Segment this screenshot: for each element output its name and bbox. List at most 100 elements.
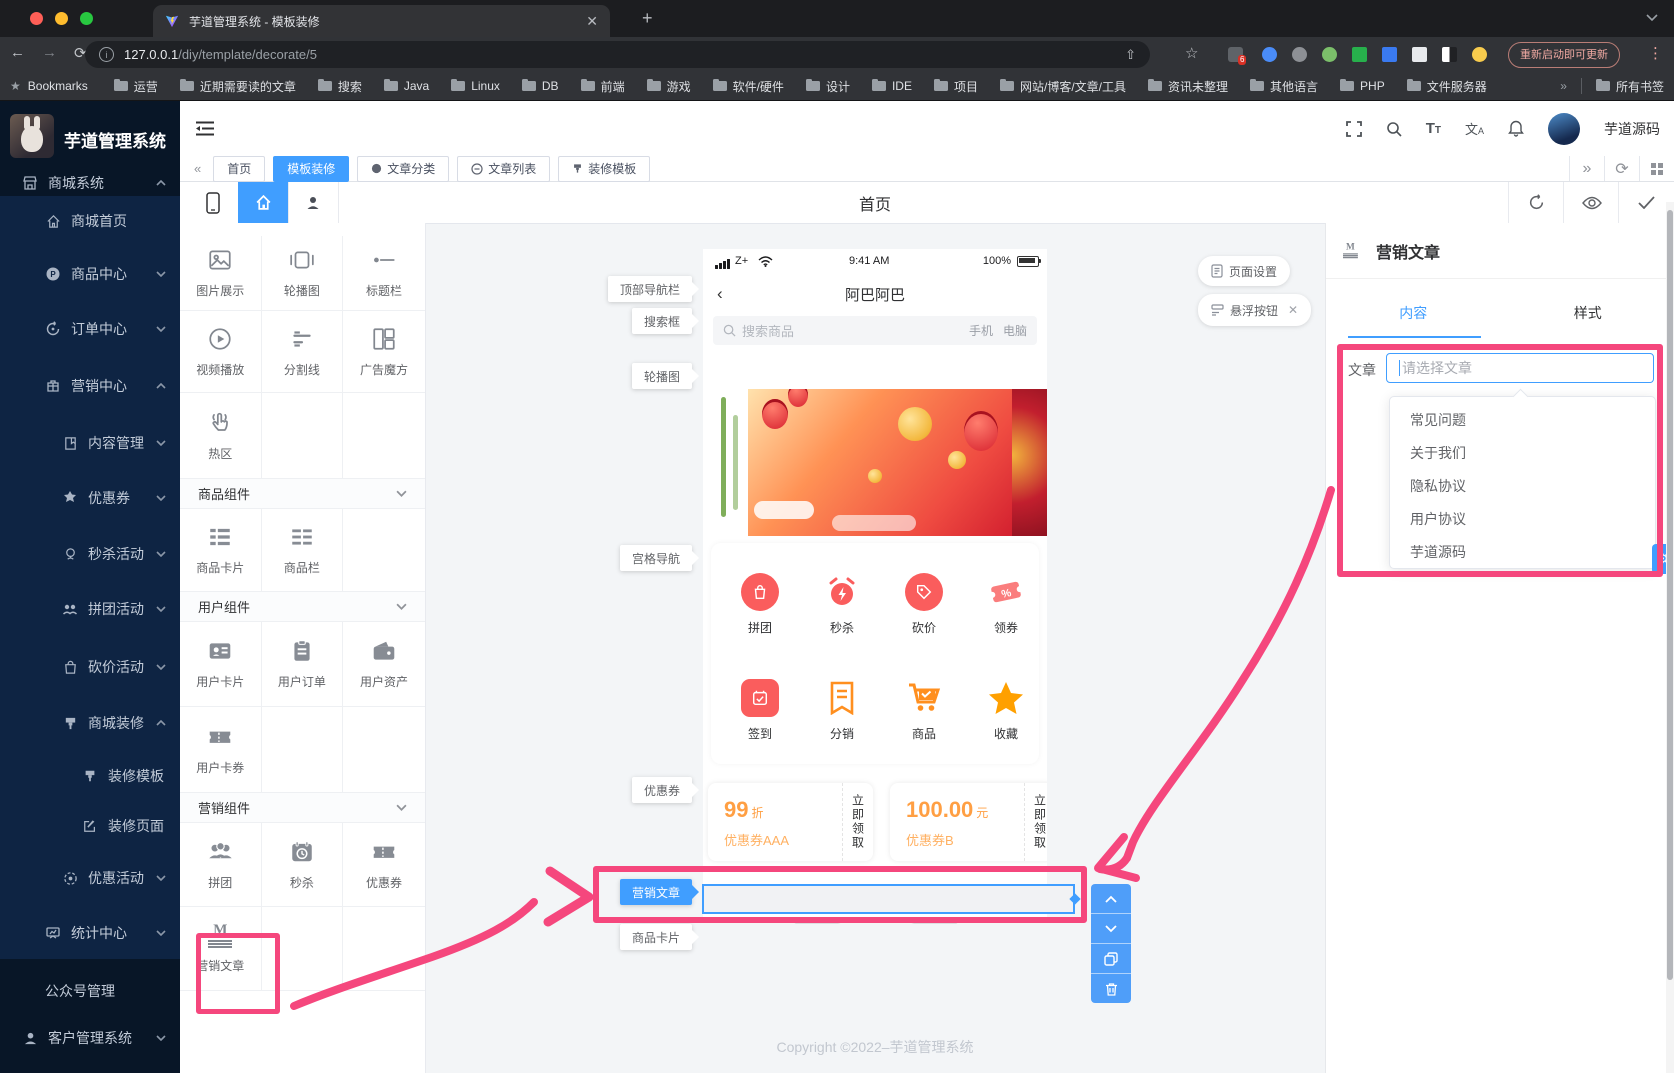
bookmark-folder[interactable]: 设计 (805, 78, 850, 95)
dropdown-option[interactable]: 用户协议 (1390, 503, 1655, 536)
page-tab-decorate-template[interactable]: 装修模板 (558, 155, 651, 182)
bookmark-folder[interactable]: DB (521, 78, 559, 93)
palette-item-carousel[interactable]: 轮播图 (261, 236, 344, 311)
site-info-icon[interactable]: i (99, 47, 114, 62)
bookmark-folder[interactable]: 前端 (580, 78, 625, 95)
username[interactable]: 芋道源码 (1604, 119, 1660, 139)
tabs-expand-icon[interactable]: » (1569, 156, 1604, 181)
panel-tab-style[interactable]: 样式 (1501, 303, 1674, 339)
extension-icon[interactable] (1442, 47, 1457, 62)
preview-button[interactable] (1563, 182, 1619, 223)
bookmark-folder[interactable]: PHP (1340, 78, 1385, 93)
kebab-menu-icon[interactable]: ⋮ (1648, 44, 1663, 62)
panel-tab-content[interactable]: 内容 (1326, 303, 1501, 339)
dropdown-option[interactable]: 隐私协议 (1390, 470, 1655, 503)
palette-item-goods-card[interactable]: 商品卡片 (180, 509, 262, 592)
dropdown-option[interactable]: 芋道源码 (1390, 536, 1655, 569)
sidebar-item-crm[interactable]: 客户管理系统 (0, 1011, 180, 1065)
fullscreen-icon[interactable] (1345, 120, 1362, 137)
bookmark-folder[interactable]: 资讯未整理 (1148, 78, 1228, 95)
close-icon[interactable]: ✕ (1288, 303, 1298, 317)
grid-nav-component[interactable]: 拼团 秒杀 砍价 % 领券 签到 分销 商品 收藏 (711, 543, 1039, 764)
palette-item-coupon[interactable]: 优惠券 (343, 823, 425, 907)
tag-grid-nav[interactable]: 宫格导航 (619, 545, 700, 571)
extension-icon[interactable] (1292, 47, 1307, 62)
palette-section-user[interactable]: 用户组件 (180, 592, 425, 622)
phone-navbar-component[interactable]: ‹ 阿巴阿巴 (703, 275, 1047, 313)
coupon-card[interactable]: 99 折 优惠券AAA 立即领取 (708, 783, 873, 861)
bookmark-folder[interactable]: 游戏 (646, 78, 691, 95)
palette-item-marketing-article[interactable]: M 营销文章 (180, 907, 262, 991)
extension-icon[interactable] (1262, 47, 1277, 62)
bookmarks-manager[interactable]: ★ Bookmarks (10, 79, 88, 93)
sidebar-item-decoration-template[interactable]: 装修模板 (0, 749, 180, 803)
palette-item-groupon[interactable]: 拼团 (180, 823, 262, 907)
bookmark-folder[interactable]: 项目 (933, 78, 978, 95)
dropdown-option[interactable]: 关于我们 (1390, 437, 1655, 470)
sidebar-item-marketing-center[interactable]: 营销中心 (0, 359, 180, 413)
palette-section-goods[interactable]: 商品组件 (180, 479, 425, 509)
bookmark-folder[interactable]: 网站/博客/文章/工具 (999, 78, 1126, 95)
palette-item-image-display[interactable]: 图片展示 (180, 236, 262, 311)
scrollbar-thumb[interactable] (1667, 210, 1673, 980)
move-up-button[interactable] (1091, 884, 1131, 914)
float-button-setting[interactable]: 悬浮按钮 ✕ (1198, 294, 1312, 326)
bookmark-folder[interactable]: 其他语言 (1250, 78, 1318, 95)
bookmarks-overflow-icon[interactable]: » (1560, 79, 1567, 93)
page-tab-article-list[interactable]: 文章列表 (457, 155, 551, 182)
tag-search-box[interactable]: 搜索框 (631, 308, 700, 334)
palette-item-user-asset[interactable]: 用户资产 (343, 622, 425, 707)
search-box-component[interactable]: 搜索商品 手机 电脑 (713, 316, 1037, 345)
copy-button[interactable] (1091, 944, 1131, 974)
resize-handle[interactable] (1069, 893, 1081, 905)
palette-item-user-card[interactable]: 用户卡片 (180, 622, 262, 707)
page-settings-button[interactable]: 页面设置 (1198, 256, 1291, 286)
tag-top-navbar[interactable]: 顶部导航栏 (607, 276, 700, 302)
window-zoom-button[interactable] (80, 12, 93, 25)
all-bookmarks[interactable]: 所有书签 (1595, 78, 1664, 95)
sidebar-item-order-center[interactable]: 订单中心 (0, 302, 180, 356)
palette-item-goods-bar[interactable]: 商品栏 (261, 509, 344, 592)
palette-item-video[interactable]: 视频播放 (180, 311, 262, 393)
sidebar-item-bargain[interactable]: 砍价活动 (0, 640, 180, 694)
profile-avatar-icon[interactable] (1472, 47, 1487, 62)
reset-button[interactable] (1508, 182, 1564, 223)
font-size-icon[interactable]: TT (1426, 120, 1441, 137)
back-icon[interactable]: ← (10, 44, 25, 61)
bookmark-folder[interactable]: 软件/硬件 (712, 78, 784, 95)
bookmark-star-icon[interactable]: ☆ (1185, 44, 1198, 62)
page-tab-home[interactable]: 首页 (213, 155, 266, 182)
dropdown-option[interactable]: 常见问题 (1390, 404, 1655, 437)
collapse-sidebar-icon[interactable] (196, 121, 214, 136)
bookmark-folder[interactable]: 文件服务器 (1406, 78, 1487, 95)
article-select-input[interactable]: 请选择文章 (1386, 353, 1654, 383)
chrome-update-button[interactable]: 重新启动即可更新 (1508, 42, 1620, 68)
notification-bell-icon[interactable] (1508, 120, 1524, 137)
extensions-puzzle-icon[interactable] (1412, 47, 1427, 62)
browser-tab[interactable]: 芋道管理系统 - 模板装修 ✕ (153, 5, 610, 37)
selected-marketing-article-component[interactable] (702, 884, 1081, 914)
bookmark-folder[interactable]: Java (383, 78, 429, 93)
carousel-component[interactable] (703, 389, 1047, 536)
scrollbar[interactable] (1666, 202, 1674, 1073)
user-avatar[interactable] (1548, 112, 1580, 145)
tag-marketing-article[interactable]: 营销文章 (619, 879, 700, 905)
search-icon[interactable] (1386, 121, 1402, 137)
bookmark-folder[interactable]: 搜索 (317, 78, 362, 95)
bookmark-folder[interactable]: 运营 (113, 78, 158, 95)
palette-item-hotzone[interactable]: 热区 (180, 393, 262, 479)
page-tab-template-decorate[interactable]: 模板装修 (273, 155, 350, 182)
delete-button[interactable] (1091, 974, 1131, 1003)
move-down-button[interactable] (1091, 914, 1131, 944)
tabs-refresh-icon[interactable]: ⟳ (1604, 156, 1639, 181)
palette-item-user-coupon[interactable]: 用户卡券 (180, 707, 262, 793)
sidebar-item-mall-home[interactable]: 商城首页 (0, 194, 180, 248)
tabs-layout-icon[interactable] (1639, 156, 1674, 181)
bookmark-folder[interactable]: Linux (451, 78, 500, 93)
bookmark-folder[interactable]: 近期需要读的文章 (179, 78, 296, 95)
tag-coupon[interactable]: 优惠券 (631, 777, 700, 803)
bookmark-folder[interactable]: IDE (871, 78, 912, 93)
sidebar-item-content-mgmt[interactable]: 内容管理 (0, 416, 180, 470)
window-close-button[interactable] (30, 12, 43, 25)
palette-item-ad-cube[interactable]: 广告魔方 (343, 311, 425, 393)
